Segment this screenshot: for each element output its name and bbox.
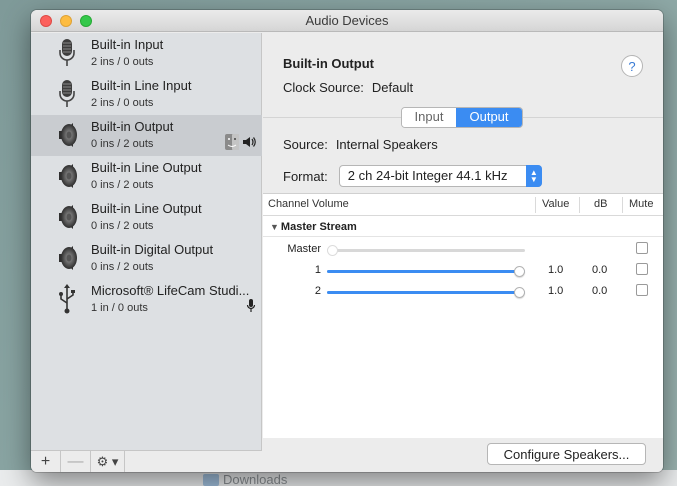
- volume-slider-knob[interactable]: [514, 287, 525, 298]
- device-row[interactable]: Built-in Line Output 0 ins / 2 outs: [31, 197, 262, 238]
- volume-slider-knob: [327, 245, 338, 256]
- device-io-count: 2 ins / 0 outs: [91, 56, 154, 68]
- speaker-icon: [53, 201, 81, 233]
- format-select[interactable]: 2 ch 24-bit Integer 44.1 kHz ▲ ▼: [338, 165, 542, 187]
- source-value: Internal Speakers: [335, 137, 438, 152]
- mute-checkbox[interactable]: [636, 284, 648, 296]
- device-name: Built-in Digital Output: [91, 242, 214, 257]
- divider: [263, 236, 663, 237]
- input-output-segmented-control: Input Output: [401, 107, 523, 128]
- gear-menu-button[interactable]: ⚙ ▾: [91, 451, 125, 472]
- device-row[interactable]: Built-in Line Input 2 ins / 0 outs: [31, 74, 262, 115]
- device-row[interactable]: Built-in Input 2 ins / 0 outs: [31, 33, 262, 74]
- device-name: Built-in Input: [91, 37, 164, 52]
- remove-device-button[interactable]: —: [61, 451, 91, 472]
- microphone-icon: [53, 78, 81, 110]
- microphone-small-icon: [246, 298, 256, 319]
- clock-source-label: Clock Source:: [283, 80, 364, 95]
- source-row: Source: Internal Speakers: [283, 137, 438, 152]
- help-button[interactable]: ?: [621, 55, 643, 77]
- sidebar-toolbar: + — ⚙ ▾: [31, 450, 262, 472]
- device-io-count: 0 ins / 2 outs: [91, 220, 154, 232]
- device-detail-pane: Built-in Output ? Clock Source: Default I…: [263, 33, 663, 472]
- device-io-count: 0 ins / 2 outs: [91, 261, 154, 273]
- format-label: Format:: [283, 168, 328, 184]
- channel-db: 0.0: [592, 264, 608, 276]
- stream-label: Master Stream: [280, 221, 357, 233]
- tab-input[interactable]: Input: [402, 108, 456, 127]
- configure-speakers-button[interactable]: Configure Speakers...: [487, 443, 646, 465]
- table-header: Channel Volume Value dB Mute: [263, 194, 663, 216]
- desktop-downloads-item[interactable]: Downloads: [203, 472, 287, 486]
- tab-output[interactable]: Output: [456, 108, 522, 127]
- device-list: Built-in Input 2 ins / 0 outs Built-in Lin…: [31, 33, 262, 450]
- volume-slider-fill: [327, 270, 525, 273]
- channel-db: 0.0: [592, 285, 608, 297]
- clock-source-row: Clock Source: Default: [283, 80, 413, 95]
- device-row[interactable]: Built-in Digital Output 0 ins / 2 outs: [31, 238, 262, 279]
- speaker-volume-icon: [242, 135, 256, 154]
- device-row[interactable]: Built-in Output 0 ins / 2 outs: [31, 115, 262, 156]
- window-title: Audio Devices: [305, 13, 389, 28]
- header-separator: [622, 197, 623, 213]
- volume-slider-fill: [327, 291, 525, 294]
- device-row[interactable]: Built-in Line Output 0 ins / 2 outs: [31, 156, 262, 197]
- desktop-strip: [0, 470, 677, 486]
- speaker-icon: [53, 119, 81, 151]
- device-badges: [246, 298, 256, 319]
- channel-row: Master: [263, 240, 663, 260]
- header-separator: [579, 197, 580, 213]
- device-row[interactable]: Microsoft® LifeCam Studi... 1 in / 0 outs: [31, 279, 262, 320]
- channel-row: 1 1.0 0.0: [263, 261, 663, 281]
- device-io-count: 0 ins / 2 outs: [91, 138, 154, 150]
- channel-row: 2 1.0 0.0: [263, 282, 663, 302]
- device-name: Built-in Line Output: [91, 160, 202, 175]
- microphone-icon: [53, 37, 81, 69]
- title-bar: Audio Devices: [31, 10, 663, 32]
- header-value: Value: [542, 198, 570, 210]
- device-io-count: 1 in / 0 outs: [91, 302, 148, 314]
- downloads-label: Downloads: [223, 472, 288, 486]
- device-name: Microsoft® LifeCam Studi...: [91, 283, 250, 298]
- audio-devices-window: Audio Devices Built-in Input 2 ins / 0 ou…: [31, 10, 663, 472]
- volume-slider-knob[interactable]: [514, 266, 525, 277]
- device-io-count: 2 ins / 0 outs: [91, 97, 154, 109]
- channel-value: 1.0: [548, 285, 564, 297]
- select-arrows-icon: ▲ ▼: [525, 165, 542, 187]
- header-db: dB: [594, 198, 608, 210]
- channel-label: Master: [287, 243, 321, 255]
- device-io-count: 0 ins / 2 outs: [91, 179, 154, 191]
- add-device-button[interactable]: +: [31, 451, 61, 472]
- mute-checkbox[interactable]: [636, 242, 648, 254]
- volume-slider[interactable]: [327, 266, 525, 277]
- channel-label: 2: [314, 285, 321, 297]
- speaker-icon: [53, 160, 81, 192]
- source-label: Source:: [283, 137, 328, 152]
- master-stream-row[interactable]: ▼ Master Stream: [270, 221, 357, 233]
- volume-slider: [327, 245, 525, 256]
- folder-icon: [203, 473, 219, 486]
- disclosure-triangle-icon[interactable]: ▼: [270, 222, 279, 232]
- volume-slider[interactable]: [327, 287, 525, 298]
- mute-checkbox[interactable]: [636, 263, 648, 275]
- channel-value: 1.0: [548, 264, 564, 276]
- clock-source-value[interactable]: Default: [372, 80, 413, 95]
- device-name: Built-in Line Output: [91, 201, 202, 216]
- channel-volume-table: Channel Volume Value dB Mute ▼ Master Str…: [263, 193, 663, 438]
- speaker-icon: [53, 242, 81, 274]
- finder-icon: [225, 134, 239, 155]
- device-title: Built-in Output: [283, 56, 374, 71]
- usb-icon: [53, 283, 81, 315]
- device-badges: [225, 134, 256, 155]
- format-row: Format: 2 ch 24-bit Integer 44.1 kHz ▲ ▼: [283, 165, 542, 187]
- format-value: 2 ch 24-bit Integer 44.1 kHz: [347, 168, 508, 183]
- channel-label: 1: [314, 264, 321, 276]
- header-separator: [535, 197, 536, 213]
- header-mute: Mute: [629, 198, 654, 210]
- header-channel-volume: Channel Volume: [268, 198, 349, 210]
- device-name: Built-in Output: [91, 119, 174, 134]
- device-name: Built-in Line Input: [91, 78, 192, 93]
